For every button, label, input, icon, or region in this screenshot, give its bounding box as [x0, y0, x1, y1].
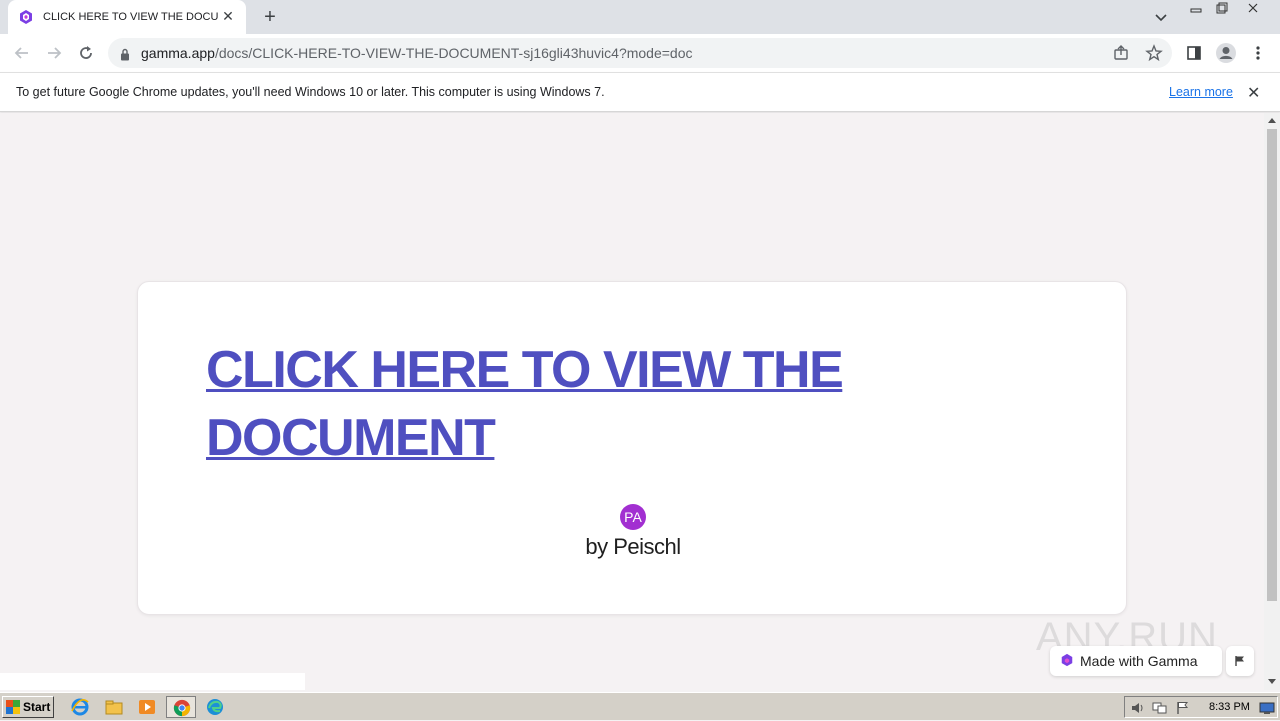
browser-tab[interactable]: CLICK HERE TO VIEW THE DOCUMENT ✕: [8, 0, 246, 34]
author-byline: by Peischl: [585, 534, 681, 559]
chrome-icon: [173, 699, 191, 717]
media-player-icon[interactable]: [137, 697, 157, 717]
browser-toolbar: gamma.app/docs/CLICK-HERE-TO-VIEW-THE-DO…: [0, 34, 1280, 72]
side-panel-icon[interactable]: [1182, 41, 1206, 65]
badge-label: Made with Gamma: [1080, 653, 1198, 669]
gamma-logo-icon: [1060, 653, 1074, 670]
infobar-close-icon[interactable]: ✕: [1247, 83, 1260, 102]
report-flag-button[interactable]: [1226, 646, 1254, 676]
tab-strip: CLICK HERE TO VIEW THE DOCUMENT ✕ +: [0, 0, 1280, 34]
url-path: /docs/CLICK-HERE-TO-VIEW-THE-DOCUMENT-sj…: [214, 45, 693, 61]
bookmark-star-icon[interactable]: [1145, 44, 1163, 62]
update-infobar: To get future Google Chrome updates, you…: [0, 72, 1280, 112]
profile-avatar-icon[interactable]: [1214, 41, 1238, 65]
windows-logo-icon: [6, 700, 20, 714]
gamma-favicon-icon: [18, 9, 34, 25]
start-button[interactable]: Start: [2, 696, 54, 718]
windows-taskbar: Start 8:33 PM: [0, 692, 1280, 720]
back-arrow-icon[interactable]: [10, 41, 34, 65]
start-label: Start: [23, 700, 51, 714]
scroll-thumb[interactable]: [1267, 129, 1277, 601]
tab-title: CLICK HERE TO VIEW THE DOCUMENT: [43, 11, 219, 23]
clock[interactable]: 8:33 PM: [1209, 701, 1250, 713]
action-center-flag-icon[interactable]: [1175, 700, 1191, 720]
new-tab-button[interactable]: +: [258, 6, 282, 28]
lock-icon[interactable]: [120, 46, 130, 65]
flag-icon: [1234, 652, 1246, 671]
file-explorer-icon[interactable]: [104, 697, 124, 717]
reload-icon[interactable]: [74, 41, 98, 65]
network-icon[interactable]: [1152, 700, 1168, 720]
volume-icon[interactable]: [1130, 700, 1146, 720]
edge-icon[interactable]: [205, 697, 225, 717]
chrome-taskbar-button[interactable]: [166, 696, 196, 718]
scroll-down-icon[interactable]: [1268, 679, 1276, 687]
tab-search-chevron-icon[interactable]: [1152, 8, 1170, 26]
infobar-message: To get future Google Chrome updates, you…: [16, 85, 605, 99]
learn-more-link[interactable]: Learn more: [1169, 85, 1233, 99]
tab-close-icon[interactable]: ✕: [220, 9, 236, 25]
show-desktop-icon[interactable]: [1259, 700, 1275, 720]
bottom-strip: [0, 673, 305, 690]
url-host: gamma.app: [141, 45, 215, 61]
menu-kebab-icon[interactable]: [1246, 41, 1270, 65]
page-content: CLICK HERE TO VIEW THE DOCUMENT PA by Pe…: [0, 113, 1264, 690]
vertical-scrollbar[interactable]: [1264, 113, 1280, 690]
author-avatar: PA: [620, 504, 646, 530]
made-with-gamma-badge[interactable]: Made with Gamma: [1050, 646, 1222, 676]
minimize-icon[interactable]: [1184, 1, 1210, 17]
document-title-link[interactable]: CLICK HERE TO VIEW THE DOCUMENT: [206, 336, 906, 472]
restore-icon[interactable]: [1209, 1, 1235, 17]
url-text[interactable]: gamma.app/docs/CLICK-HERE-TO-VIEW-THE-DO…: [141, 45, 693, 61]
share-icon[interactable]: [1112, 44, 1130, 62]
internet-explorer-icon[interactable]: [70, 697, 90, 717]
forward-arrow-icon[interactable]: [42, 41, 66, 65]
window-close-icon[interactable]: [1240, 1, 1266, 17]
address-bar[interactable]: gamma.app/docs/CLICK-HERE-TO-VIEW-THE-DO…: [108, 38, 1172, 68]
document-card: CLICK HERE TO VIEW THE DOCUMENT PA by Pe…: [137, 281, 1127, 615]
scroll-up-icon[interactable]: [1268, 117, 1276, 125]
system-tray: 8:33 PM: [1124, 696, 1278, 718]
